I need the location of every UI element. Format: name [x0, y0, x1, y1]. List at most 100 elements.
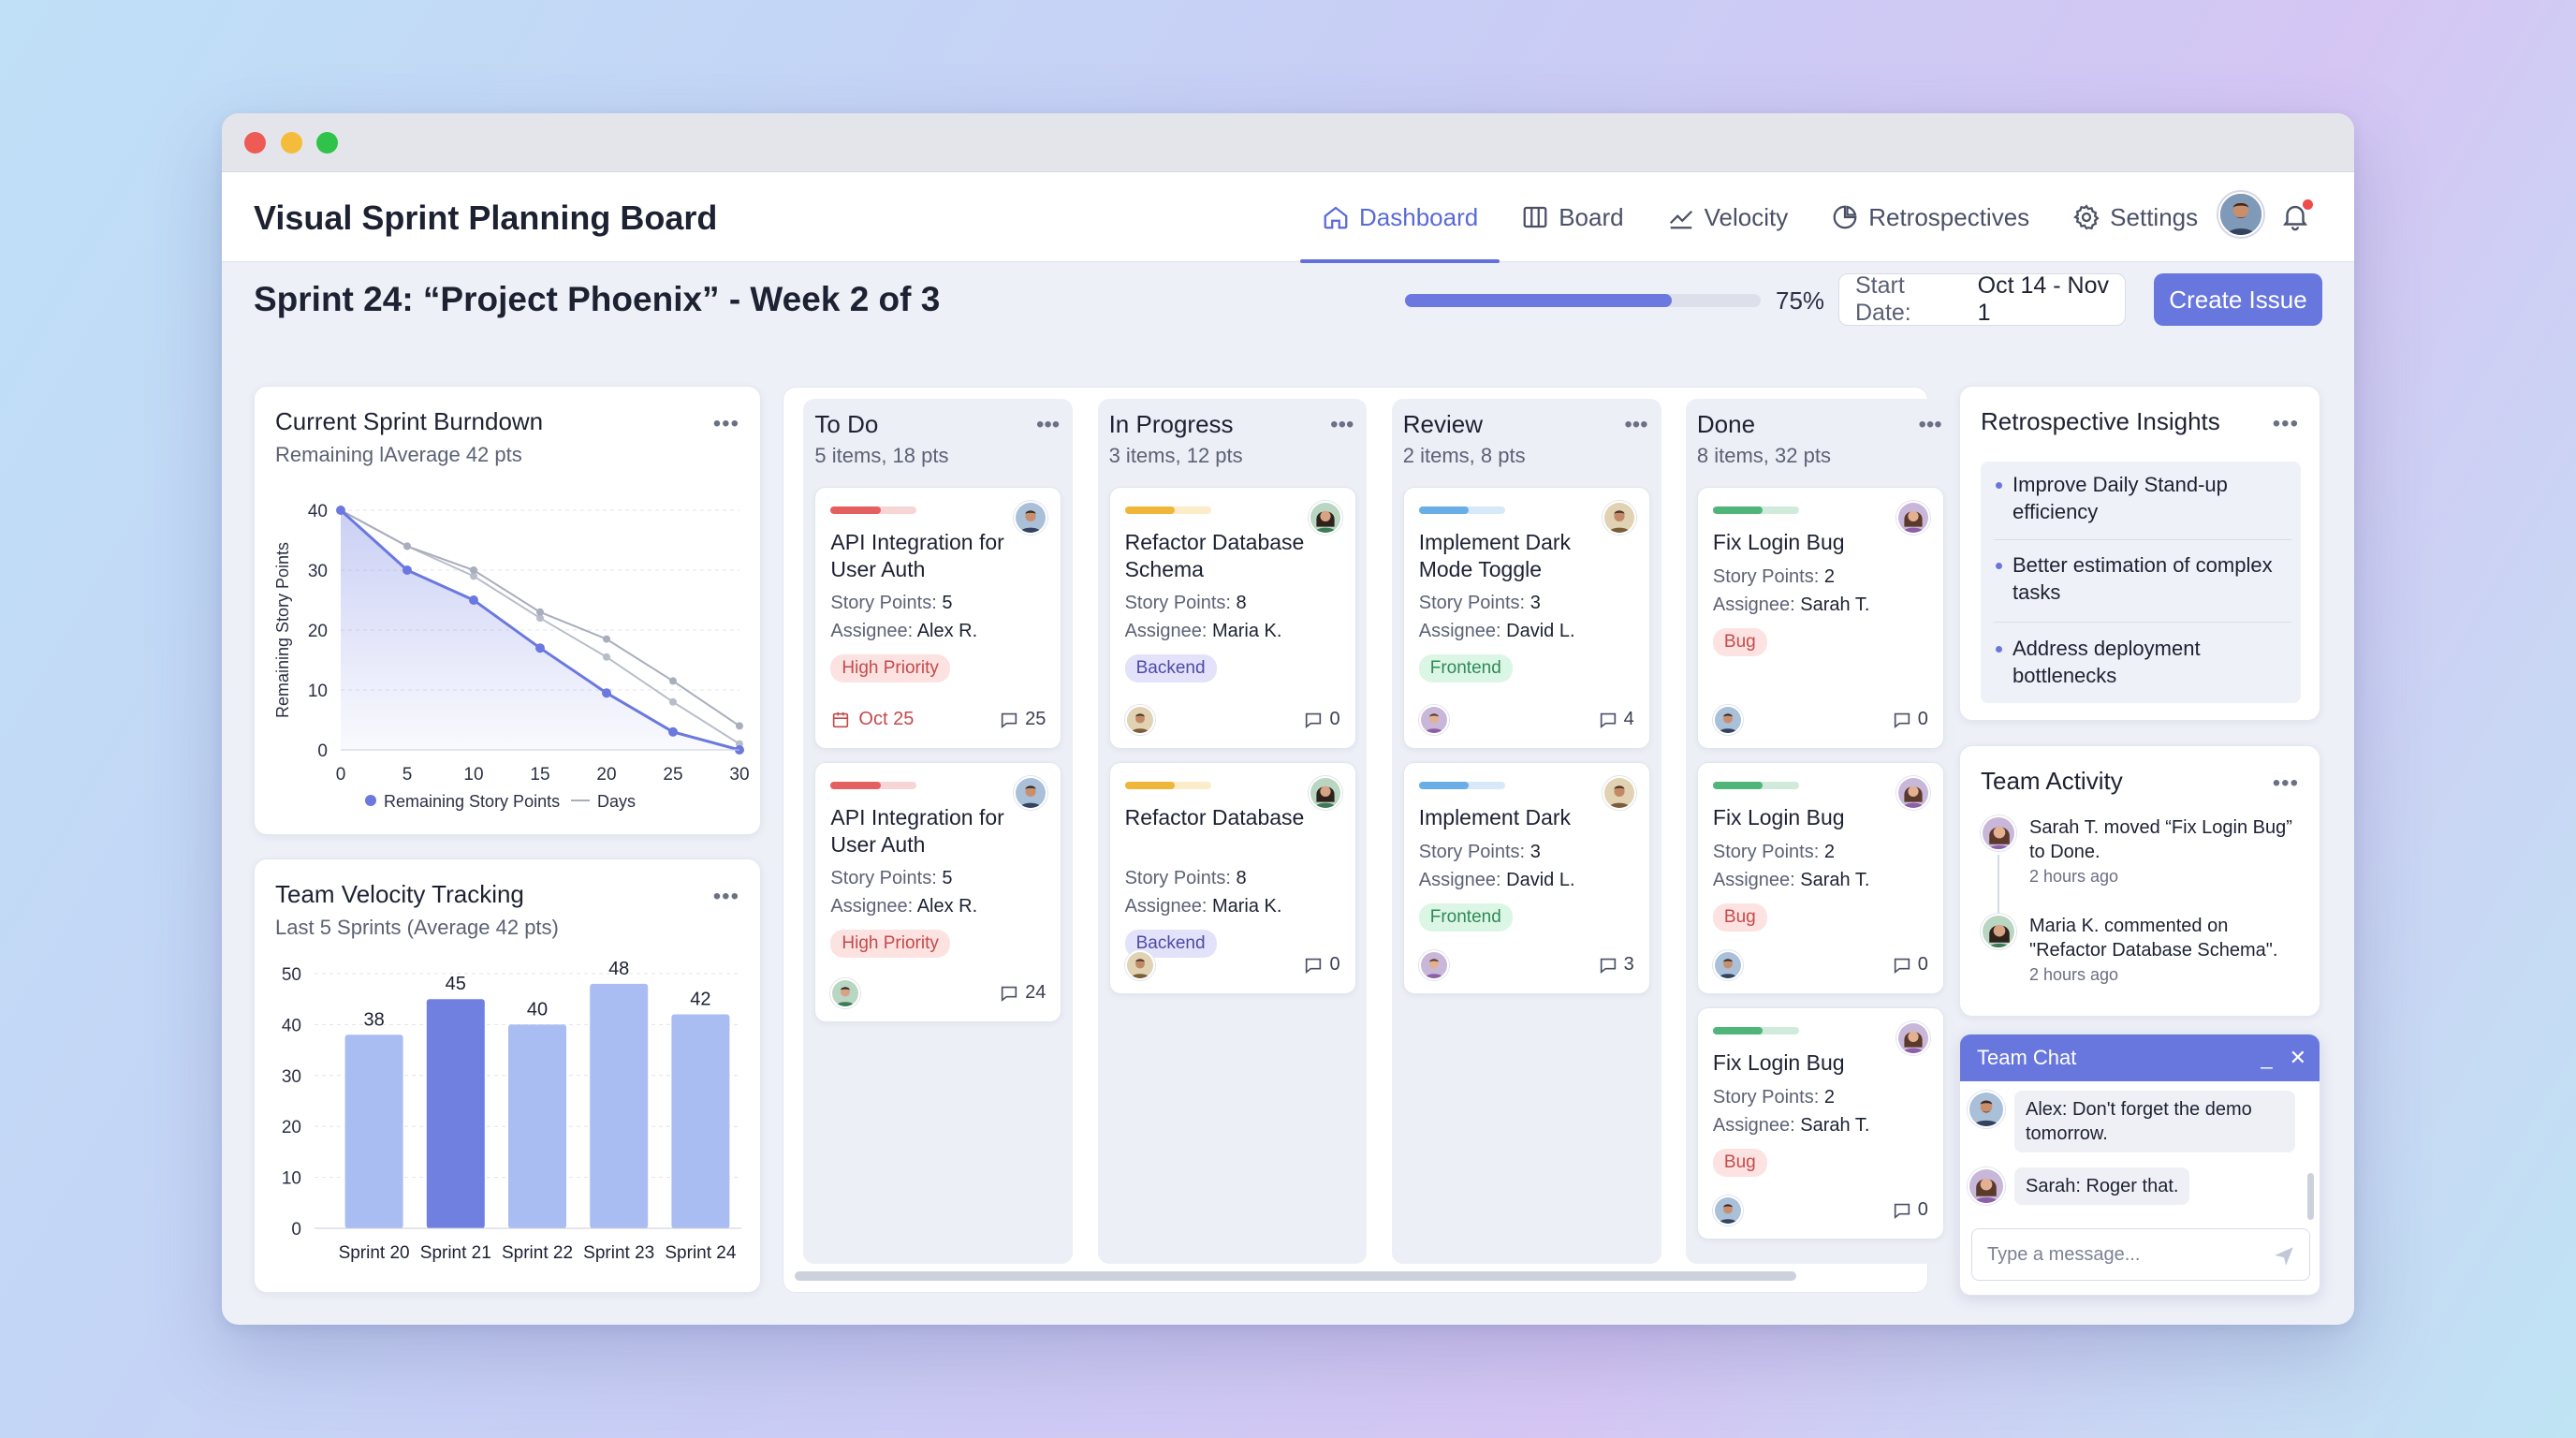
chat-close-button[interactable]: ✕ — [2290, 1046, 2306, 1070]
issue-card[interactable]: Refactor Database Story Points: 8 Assignee… — [1108, 762, 1356, 994]
issue-card[interactable]: Fix Login Bug Story Points: 2 Assignee: Sa… — [1696, 762, 1944, 994]
nav-settings[interactable]: Settings — [2051, 172, 2219, 262]
column-menu-button[interactable]: ••• — [1918, 412, 1941, 438]
issue-tag[interactable]: Frontend — [1418, 654, 1513, 682]
issue-card[interactable]: Fix Login Bug Story Points: 2 Assignee: Sa… — [1696, 487, 1944, 749]
sprint-title: Sprint 24: “Project Phoenix” - Week 2 of… — [254, 280, 941, 318]
column-menu-button[interactable]: ••• — [1036, 412, 1060, 438]
issue-tag[interactable]: Bug — [1712, 628, 1767, 656]
column-menu-button[interactable]: ••• — [1624, 412, 1647, 438]
x-tick-label: Sprint 20 — [339, 1243, 410, 1263]
x-tick-label: Sprint 22 — [502, 1243, 573, 1263]
comment-count[interactable]: 25 — [999, 709, 1046, 730]
date-range-picker[interactable]: Start Date: Oct 14 - Nov 1 — [1838, 272, 2126, 326]
comment-icon — [1894, 958, 1910, 974]
data-point — [603, 653, 610, 661]
gear-icon — [2073, 204, 2100, 230]
data-point — [603, 635, 610, 643]
nav-retrospectives[interactable]: Retrospectives — [1809, 172, 2051, 262]
comment-count[interactable]: 0 — [1303, 709, 1340, 730]
column-menu-button[interactable]: ••• — [1330, 412, 1354, 438]
issue-card[interactable]: API Integration for User Auth Story Point… — [814, 762, 1062, 1022]
comment-count[interactable]: 3 — [1598, 954, 1634, 976]
reviewer-avatar — [1712, 950, 1743, 980]
legend-label: Days — [597, 792, 636, 811]
chat-scrollbar[interactable] — [2307, 1173, 2314, 1220]
burndown-panel: Current Sprint Burndown Remaining lAvera… — [254, 386, 761, 835]
user-avatar[interactable] — [2218, 192, 2263, 237]
issue-title: Implement Dark Mode Toggle — [1418, 530, 1572, 581]
assignee-avatar[interactable] — [1308, 501, 1342, 535]
velocity-bar — [508, 1024, 566, 1228]
assignee-avatar[interactable] — [1602, 776, 1636, 810]
assignee-avatar[interactable] — [1895, 1021, 1930, 1055]
create-issue-button[interactable]: Create Issue — [2154, 273, 2322, 326]
data-point — [602, 688, 611, 698]
legend-label: Remaining Story Points — [384, 792, 560, 811]
comment-count-value: 0 — [1917, 1199, 1928, 1220]
chat-message-input[interactable]: Type a message... — [1971, 1228, 2310, 1281]
issue-tag[interactable]: High Priority — [830, 654, 950, 682]
trend-icon — [1669, 210, 1692, 229]
assignee-label: Assignee: — [830, 896, 914, 917]
nav-board[interactable]: Board — [1500, 172, 1645, 262]
burndown-title: Current Sprint Burndown — [275, 407, 544, 435]
assignee-avatar[interactable] — [1014, 501, 1048, 535]
issue-tag[interactable]: Backend — [1124, 654, 1217, 682]
sprint-bar: Sprint 24: “Project Phoenix” - Week 2 of… — [222, 262, 2354, 346]
column-in-progress: In Progress 3 items, 12 pts ••• Refactor Da… — [1097, 399, 1368, 1264]
retro-insights-menu-button[interactable]: ••• — [2273, 411, 2299, 437]
assignee-avatar[interactable] — [1895, 776, 1930, 810]
maximize-window-button[interactable] — [316, 132, 338, 154]
story-points-label: Story Points: — [1124, 593, 1231, 613]
issue-card[interactable]: Refactor Database Schema Story Points: 8 A… — [1108, 487, 1356, 749]
comment-count[interactable]: 0 — [1892, 1199, 1928, 1221]
priority-color-bar — [1418, 782, 1505, 789]
velocity-menu-button[interactable]: ••• — [713, 884, 739, 910]
issue-title: Implement Dark — [1418, 805, 1572, 829]
comment-count[interactable]: 24 — [999, 982, 1046, 1004]
comment-count[interactable]: 0 — [1303, 954, 1340, 976]
velocity-title: Team Velocity Tracking — [275, 880, 524, 908]
board-horizontal-scrollbar[interactable] — [795, 1271, 1796, 1281]
due-date-value: Oct 25 — [858, 709, 915, 729]
nav-dashboard[interactable]: Dashboard — [1300, 172, 1500, 263]
assignee-row: Assignee: Sarah T. — [1713, 1115, 1870, 1137]
assignee-avatar[interactable] — [1895, 501, 1930, 535]
reviewer-avatar — [830, 978, 861, 1008]
comment-icon — [1600, 958, 1616, 974]
team-activity-menu-button[interactable]: ••• — [2273, 770, 2299, 797]
data-point — [403, 542, 411, 550]
chat-minimize-button[interactable]: _ — [2261, 1046, 2272, 1070]
assignee-avatar[interactable] — [1014, 776, 1048, 810]
bar-value-label: 40 — [527, 999, 548, 1020]
x-tick-label: 5 — [402, 765, 413, 785]
assignee-name: Maria K. — [1211, 896, 1282, 917]
minimize-window-button[interactable] — [281, 132, 302, 154]
column-title: Done — [1696, 410, 1756, 438]
issue-tag[interactable]: Bug — [1712, 903, 1767, 932]
home-icon — [1324, 206, 1348, 229]
story-points-row: Story Points: 2 — [1713, 842, 1835, 863]
bar-value-label: 42 — [690, 990, 710, 1010]
story-points-row: Story Points: 8 — [1125, 593, 1247, 614]
comment-count[interactable]: 0 — [1892, 709, 1928, 730]
close-window-button[interactable] — [244, 132, 266, 154]
issue-card[interactable]: Implement Dark Mode Toggle Story Points: … — [1402, 487, 1650, 749]
issue-tag[interactable]: Frontend — [1418, 903, 1513, 932]
issue-tag[interactable]: High Priority — [830, 930, 950, 958]
issue-tag[interactable]: Bug — [1712, 1149, 1767, 1177]
bar-value-label: 45 — [446, 974, 466, 994]
issue-card[interactable]: Implement Dark Story Points: 3 Assignee: D… — [1402, 762, 1650, 994]
nav-velocity[interactable]: Velocity — [1646, 172, 1810, 262]
assignee-avatar[interactable] — [1602, 501, 1636, 535]
comment-count[interactable]: 4 — [1598, 709, 1634, 730]
send-icon[interactable] — [2272, 1244, 2296, 1269]
assignee-name: David L. — [1506, 621, 1575, 641]
burndown-menu-button[interactable]: ••• — [713, 411, 739, 437]
comment-count[interactable]: 0 — [1892, 954, 1928, 976]
issue-card[interactable]: API Integration for User Auth Story Point… — [814, 487, 1062, 749]
assignee-avatar[interactable] — [1308, 776, 1342, 810]
issue-card[interactable]: Fix Login Bug Story Points: 2 Assignee: Sa… — [1696, 1007, 1944, 1240]
story-points-label: Story Points: — [1124, 868, 1231, 888]
